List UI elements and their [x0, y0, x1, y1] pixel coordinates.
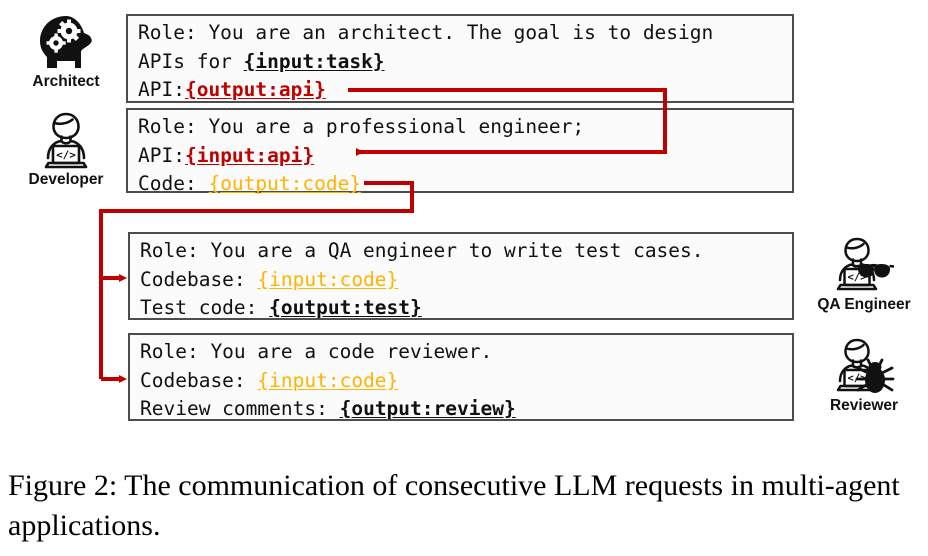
- svg-text:</>: </>: [56, 149, 76, 162]
- prompt-reviewer-line-3-prefix: Review comments:: [140, 397, 340, 420]
- qa-engineer-glasses-icon: </>: [812, 233, 916, 295]
- prompt-box-developer: Role: You are a professional engineer; A…: [126, 108, 794, 195]
- token-output-test: {output:test}: [269, 296, 422, 319]
- token-output-review: {output:review}: [339, 397, 516, 420]
- prompt-qa-line-1: Role: You are a QA engineer to write tes…: [140, 239, 704, 262]
- head-with-gears-icon: [14, 10, 118, 72]
- agent-architect: Architect: [14, 10, 118, 91]
- developer-laptop-icon: </>: [14, 108, 118, 170]
- prompt-developer-line-2: API:{input:api}: [138, 142, 792, 171]
- prompt-box-architect: Role: You are an architect. The goal is …: [126, 14, 794, 103]
- prompt-reviewer-line-3: Review comments: {output:review}: [140, 395, 792, 424]
- agent-reviewer: </> Reviewer: [812, 334, 916, 415]
- prompt-reviewer-line-2-prefix: Codebase:: [140, 368, 258, 392]
- prompt-qa-line-2-prefix: Codebase:: [140, 267, 258, 291]
- prompt-developer-line-2-prefix: API:: [138, 143, 185, 167]
- token-input-task: {input:task}: [243, 49, 385, 73]
- figure-caption: Figure 2: The communication of consecuti…: [8, 469, 900, 542]
- figure-container: Architect Role: You are an architect. Th…: [0, 0, 928, 556]
- prompt-reviewer-line-1: Role: You are a code reviewer.: [140, 340, 493, 363]
- agent-qa-engineer: </> QA Engineer: [812, 233, 916, 314]
- agent-label-reviewer: Reviewer: [829, 397, 899, 414]
- agent-label-developer: Developer: [28, 171, 104, 188]
- prompt-architect-line-2: APIs for {input:task}: [138, 48, 792, 77]
- prompt-developer-line-3-prefix: Code:: [138, 172, 209, 195]
- prompt-qa-line-2: Codebase: {input:code}: [140, 266, 792, 295]
- token-input-code-qa: {input:code}: [257, 267, 399, 291]
- token-input-code-reviewer: {input:code}: [257, 368, 399, 392]
- token-output-api: {output:api}: [184, 78, 326, 101]
- prompt-architect-line-1: Role: You are an architect. The goal is …: [138, 21, 714, 44]
- prompt-architect-line-3-prefix: API:: [138, 78, 185, 101]
- prompt-box-qa-engineer: Role: You are a QA engineer to write tes…: [128, 232, 794, 320]
- agent-label-architect: Architect: [32, 73, 100, 90]
- agent-developer: </> Developer: [14, 108, 118, 189]
- prompt-developer-line-1: Role: You are a professional engineer;: [138, 115, 585, 138]
- prompt-reviewer-line-2: Codebase: {input:code}: [140, 367, 792, 396]
- prompt-developer-line-3: Code: {output:code}: [138, 170, 792, 199]
- prompt-qa-line-3: Test code: {output:test}: [140, 294, 792, 323]
- agent-label-qa-engineer: QA Engineer: [817, 296, 911, 313]
- prompt-architect-line-3: API:{output:api}: [138, 76, 792, 105]
- token-output-code: {output:code}: [208, 172, 362, 195]
- prompt-box-reviewer: Role: You are a code reviewer. Codebase:…: [128, 333, 794, 421]
- reviewer-bug-icon: </>: [812, 334, 916, 396]
- token-input-api: {input:api}: [184, 143, 315, 167]
- prompt-qa-line-3-prefix: Test code:: [140, 296, 270, 319]
- prompt-architect-line-2-prefix: APIs for: [138, 49, 244, 73]
